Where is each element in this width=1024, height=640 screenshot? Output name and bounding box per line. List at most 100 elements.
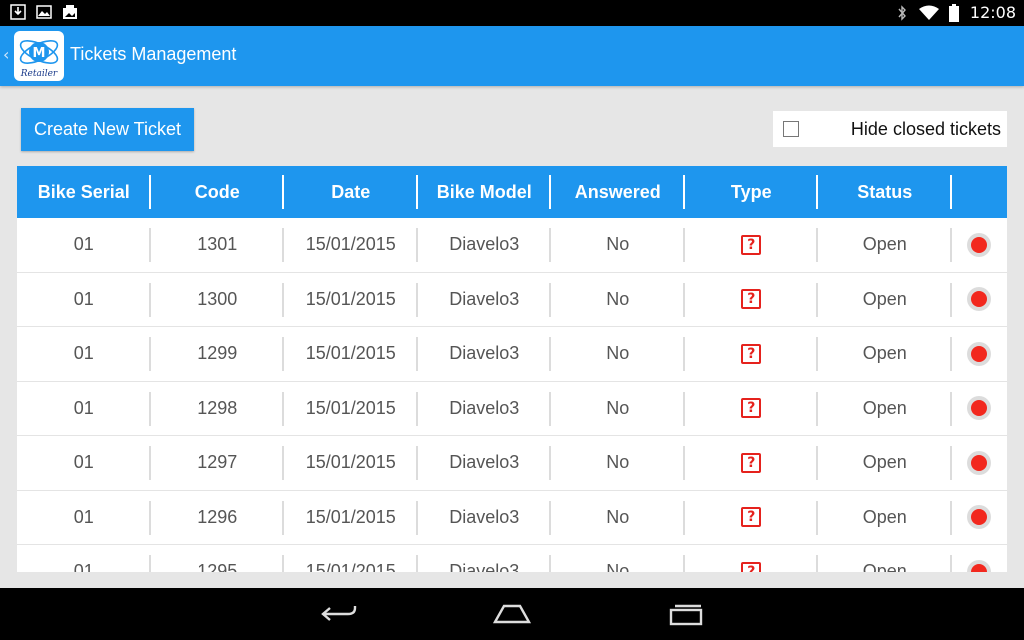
status-open-dot-icon (967, 505, 991, 530)
status-open-dot-icon (967, 396, 991, 421)
cell-model: Diavelo3 (418, 382, 551, 436)
cell-status: Open (818, 218, 952, 272)
column-header-bike-serial[interactable]: Bike Serial (17, 166, 151, 218)
back-caret-icon[interactable]: ‹ (3, 45, 9, 64)
cell-model: Diavelo3 (418, 327, 551, 381)
column-header-bike-model[interactable]: Bike Model (418, 166, 551, 218)
status-open-dot-icon (967, 341, 991, 366)
cell-code: 1295 (151, 545, 284, 572)
page-title: Tickets Management (70, 44, 237, 64)
column-header-answered[interactable]: Answered (551, 166, 685, 218)
cell-indicator (952, 491, 1007, 545)
app-logo[interactable]: M Retailer (14, 31, 64, 81)
table-row[interactable]: 01 1298 15/01/2015 Diavelo3 No? Open (17, 381, 1007, 436)
cell-type: ? (685, 491, 818, 545)
table-row[interactable]: 01 1296 15/01/2015 Diavelo3 No? Open (17, 490, 1007, 545)
status-open-dot-icon (967, 232, 991, 257)
column-header-date[interactable]: Date (284, 166, 418, 218)
cell-indicator (952, 218, 1007, 272)
cell-serial: 01 (17, 327, 151, 381)
cell-date: 15/01/2015 (284, 545, 418, 572)
hide-closed-label: Hide closed tickets (850, 119, 1001, 139)
recent-apps-icon[interactable] (667, 602, 705, 626)
cell-code: 1301 (151, 218, 284, 272)
bluetooth-icon (898, 4, 906, 21)
question-icon: ? (741, 507, 762, 528)
cell-model: Diavelo3 (418, 491, 551, 545)
cell-status: Open (818, 545, 952, 572)
table-row[interactable]: 01 1299 15/01/2015 Diavelo3 No? Open (17, 327, 1007, 382)
cell-serial: 01 (17, 218, 151, 272)
cell-type: ? (685, 273, 818, 327)
question-icon: ? (741, 452, 762, 473)
table-row[interactable]: 01 1300 15/01/2015 Diavelo3 No? Open (17, 272, 1007, 327)
cell-model: Diavelo3 (418, 218, 551, 272)
hide-closed-tickets-toggle[interactable]: Hide closed tickets (773, 111, 1007, 147)
cell-code: 1296 (151, 491, 284, 545)
question-icon: ? (741, 289, 762, 310)
cell-indicator (952, 436, 1007, 490)
cell-serial: 01 (17, 436, 151, 490)
image-icon (36, 5, 52, 19)
cell-answered: No (551, 436, 685, 490)
status-open-dot-icon (967, 559, 991, 572)
column-header-indicator (952, 166, 1007, 218)
cell-type: ? (685, 545, 818, 572)
cell-date: 15/01/2015 (284, 436, 418, 490)
question-icon: ? (741, 234, 762, 255)
cell-answered: No (551, 273, 685, 327)
cell-answered: No (551, 218, 685, 272)
table-row[interactable]: 01 1297 15/01/2015 Diavelo3 No? Open (17, 436, 1007, 491)
wifi-icon (918, 5, 939, 20)
cell-serial: 01 (17, 273, 151, 327)
table-header: Bike Serial Code Date Bike Model Answere… (17, 166, 1007, 218)
cell-answered: No (551, 491, 685, 545)
cell-code: 1297 (151, 436, 284, 490)
cell-date: 15/01/2015 (284, 273, 418, 327)
status-open-dot-icon (967, 287, 991, 312)
cell-date: 15/01/2015 (284, 491, 418, 545)
cell-type: ? (685, 382, 818, 436)
cell-date: 15/01/2015 (284, 218, 418, 272)
svg-text:M: M (33, 46, 46, 61)
table-row[interactable]: 01 1301 15/01/2015 Diavelo3 No? Open (17, 218, 1007, 273)
cell-code: 1299 (151, 327, 284, 381)
cell-answered: No (551, 327, 685, 381)
cell-serial: 01 (17, 545, 151, 572)
cell-answered: No (551, 382, 685, 436)
photo-upload-icon (63, 5, 77, 19)
cell-model: Diavelo3 (418, 436, 551, 490)
status-bar: 12:08 (0, 0, 1024, 26)
cell-status: Open (818, 327, 952, 381)
cell-code: 1298 (151, 382, 284, 436)
table-body: 01 1301 15/01/2015 Diavelo3 No? Open 01 1300 15/… (17, 218, 1007, 572)
create-new-ticket-button[interactable]: Create New Ticket (21, 108, 194, 151)
home-icon[interactable] (492, 602, 532, 626)
tickets-table: Bike Serial Code Date Bike Model Answere… (17, 166, 1007, 572)
action-bar: ‹ M Retailer Tickets Management (0, 26, 1024, 86)
battery-icon (948, 3, 959, 22)
cell-type: ? (685, 436, 818, 490)
cell-status: Open (818, 382, 952, 436)
column-header-code[interactable]: Code (151, 166, 284, 218)
svg-text:Retailer: Retailer (20, 69, 58, 79)
question-icon: ? (741, 561, 762, 572)
hide-closed-checkbox[interactable] (783, 121, 799, 137)
status-open-dot-icon (967, 450, 991, 475)
cell-model: Diavelo3 (418, 273, 551, 327)
cell-model: Diavelo3 (418, 545, 551, 572)
cell-date: 15/01/2015 (284, 327, 418, 381)
cell-type: ? (685, 327, 818, 381)
cell-serial: 01 (17, 491, 151, 545)
column-header-type[interactable]: Type (685, 166, 818, 218)
column-header-status[interactable]: Status (818, 166, 952, 218)
back-icon[interactable] (320, 602, 358, 626)
cell-status: Open (818, 491, 952, 545)
cell-indicator (952, 273, 1007, 327)
navigation-bar (0, 588, 1024, 640)
table-row[interactable]: 01 1295 15/01/2015 Diavelo3 No? Open (17, 545, 1007, 572)
cell-indicator (952, 545, 1007, 572)
cell-answered: No (551, 545, 685, 572)
cell-indicator (952, 327, 1007, 381)
cell-indicator (952, 382, 1007, 436)
